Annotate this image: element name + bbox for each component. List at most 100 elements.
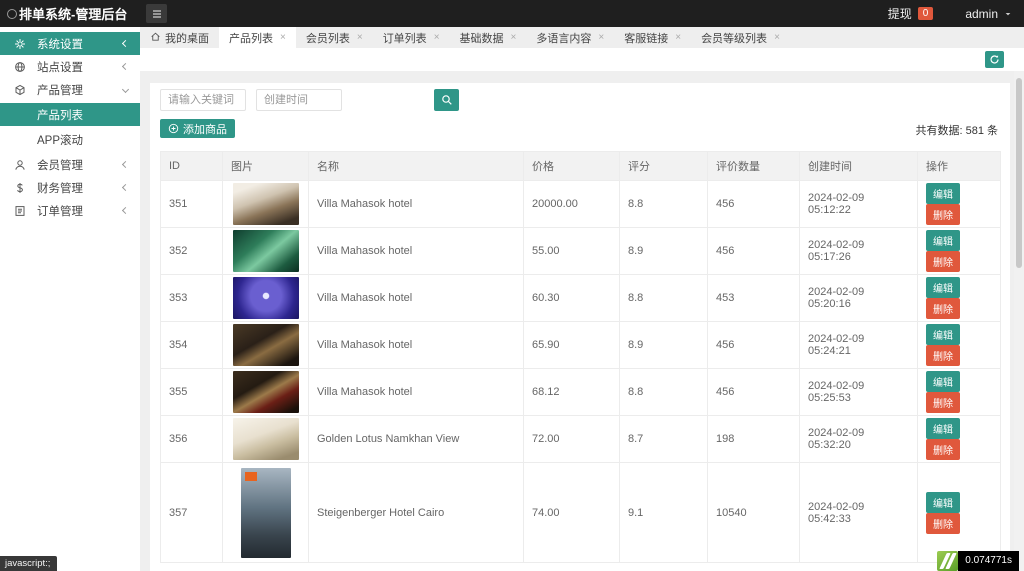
tab-close-icon[interactable]: × <box>357 33 363 43</box>
edit-button[interactable]: 编辑 <box>926 277 960 298</box>
hamburger-icon <box>151 8 163 20</box>
search-button[interactable] <box>434 89 459 111</box>
sidebar-item-label: 订单管理 <box>37 203 123 219</box>
cell-rating: 8.9 <box>620 228 708 275</box>
edit-button[interactable]: 编辑 <box>926 324 960 345</box>
product-image[interactable] <box>233 277 299 319</box>
cell-price: 60.30 <box>524 275 620 322</box>
debug-trace-icon[interactable] <box>937 551 958 571</box>
delete-button[interactable]: 删除 <box>926 298 960 319</box>
chevron-left-icon <box>122 161 129 168</box>
tab-会员等级列表[interactable]: 会员等级列表 × <box>691 27 790 48</box>
vertical-scrollbar-thumb[interactable] <box>1016 78 1022 268</box>
tab-label: 会员列表 <box>306 30 350 46</box>
product-image[interactable] <box>233 183 299 225</box>
user-icon <box>14 159 26 171</box>
column-header-创建时间: 创建时间 <box>800 152 918 181</box>
tab-label: 会员等级列表 <box>701 30 767 46</box>
refresh-button[interactable] <box>985 51 1004 68</box>
table-row: 354Villa Mahasok hotel65.908.94562024-02… <box>161 322 1001 369</box>
delete-button[interactable]: 删除 <box>926 251 960 272</box>
tab-客服链接[interactable]: 客服链接× <box>614 27 691 48</box>
edit-button[interactable]: 编辑 <box>926 183 960 204</box>
vertical-scrollbar-track[interactable] <box>1014 71 1024 571</box>
sidebar-item-订单管理[interactable]: 订单管理 <box>0 199 140 222</box>
withdraw-link[interactable]: 提现 <box>888 5 912 22</box>
cell-rating: 9.1 <box>620 463 708 563</box>
cell-price: 20000.00 <box>524 181 620 228</box>
sidebar-item-会员管理[interactable]: 会员管理 <box>0 153 140 176</box>
edit-button[interactable]: 编辑 <box>926 371 960 392</box>
sidebar-item-系统设置[interactable]: 系统设置 <box>0 32 140 55</box>
tab-close-icon[interactable]: × <box>774 33 780 43</box>
delete-button[interactable]: 删除 <box>926 513 960 534</box>
cell-reviews: 456 <box>708 181 800 228</box>
table-row: 357Steigenberger Hotel Cairo74.009.11054… <box>161 463 1001 563</box>
home-icon <box>150 31 161 42</box>
tab-close-icon[interactable]: × <box>598 33 604 43</box>
action-row: 添加商品 共有数据: 581 条 <box>160 119 1000 138</box>
edit-button[interactable]: 编辑 <box>926 230 960 251</box>
add-product-button[interactable]: 添加商品 <box>160 119 235 138</box>
order-icon <box>14 205 26 217</box>
cell-name: Villa Mahasok hotel <box>309 228 524 275</box>
gear-icon <box>14 38 26 50</box>
sidebar-item-财务管理[interactable]: 财务管理 <box>0 176 140 199</box>
cell-id: 356 <box>161 416 223 463</box>
cell-reviews: 456 <box>708 322 800 369</box>
product-image[interactable] <box>233 371 299 413</box>
cell-actions: 编辑删除 <box>918 369 1001 416</box>
product-image[interactable] <box>233 230 299 272</box>
sidebar-item-label: 财务管理 <box>37 180 123 196</box>
status-link-hint: javascript:; <box>0 556 57 571</box>
edit-button[interactable]: 编辑 <box>926 418 960 439</box>
user-menu[interactable]: admin <box>965 7 998 21</box>
product-image[interactable] <box>241 468 291 558</box>
cell-name: Steigenberger Hotel Cairo <box>309 463 524 563</box>
product-list-panel: 添加商品 共有数据: 581 条 ID图片名称价格评分评价数量创建时间操作 35… <box>150 83 1010 571</box>
tab-close-icon[interactable]: × <box>511 33 517 43</box>
keyword-input[interactable] <box>160 89 246 111</box>
sidebar-item-产品管理[interactable]: 产品管理 <box>0 78 140 101</box>
sidebar-item-站点设置[interactable]: 站点设置 <box>0 55 140 78</box>
total-count-text: 共有数据: 581 条 <box>915 122 1000 138</box>
tab-close-icon[interactable]: × <box>434 33 440 43</box>
tab-label: 多语言内容 <box>536 30 591 46</box>
column-header-ID: ID <box>161 152 223 181</box>
cell-actions: 编辑删除 <box>918 181 1001 228</box>
cell-rating: 8.8 <box>620 369 708 416</box>
withdraw-count-badge[interactable]: 0 <box>918 7 934 20</box>
sidebar-item-label: 会员管理 <box>37 157 123 173</box>
tab-我的桌面[interactable]: 我的桌面 <box>140 27 219 48</box>
product-image[interactable] <box>233 418 299 460</box>
delete-button[interactable]: 删除 <box>926 392 960 413</box>
tab-基础数据[interactable]: 基础数据× <box>450 27 527 48</box>
cell-price: 72.00 <box>524 416 620 463</box>
tab-close-icon[interactable]: × <box>675 33 681 43</box>
tab-多语言内容[interactable]: 多语言内容 × <box>526 27 614 48</box>
tab-产品列表[interactable]: 产品列表× <box>219 27 296 48</box>
create-time-input[interactable] <box>256 89 342 111</box>
chevron-down-icon <box>122 86 129 93</box>
tab-会员列表[interactable]: 会员列表 × <box>296 27 373 48</box>
sidebar-subitem-产品列表[interactable]: 产品列表 <box>0 103 140 126</box>
product-image[interactable] <box>233 324 299 366</box>
top-bar: 排单系统-管理后台 提现 0 admin <box>0 0 1024 27</box>
sidebar-item-label: 系统设置 <box>37 36 123 52</box>
search-row <box>160 89 1000 111</box>
finance-icon <box>14 182 26 194</box>
cell-actions: 编辑删除 <box>918 228 1001 275</box>
plus-circle-icon <box>168 123 179 134</box>
caret-down-icon <box>1004 10 1012 18</box>
site-icon <box>14 61 26 73</box>
sidebar-item-label: 产品管理 <box>37 82 123 98</box>
edit-button[interactable]: 编辑 <box>926 492 960 513</box>
delete-button[interactable]: 删除 <box>926 204 960 225</box>
menu-toggle-button[interactable] <box>146 4 167 23</box>
logo-circle-icon <box>7 9 17 19</box>
tab-订单列表[interactable]: 订单列表× <box>373 27 450 48</box>
sidebar-subitem-APP滚动[interactable]: APP滚动 <box>0 128 140 151</box>
tab-close-icon[interactable]: × <box>280 33 286 43</box>
delete-button[interactable]: 删除 <box>926 345 960 366</box>
delete-button[interactable]: 删除 <box>926 439 960 460</box>
